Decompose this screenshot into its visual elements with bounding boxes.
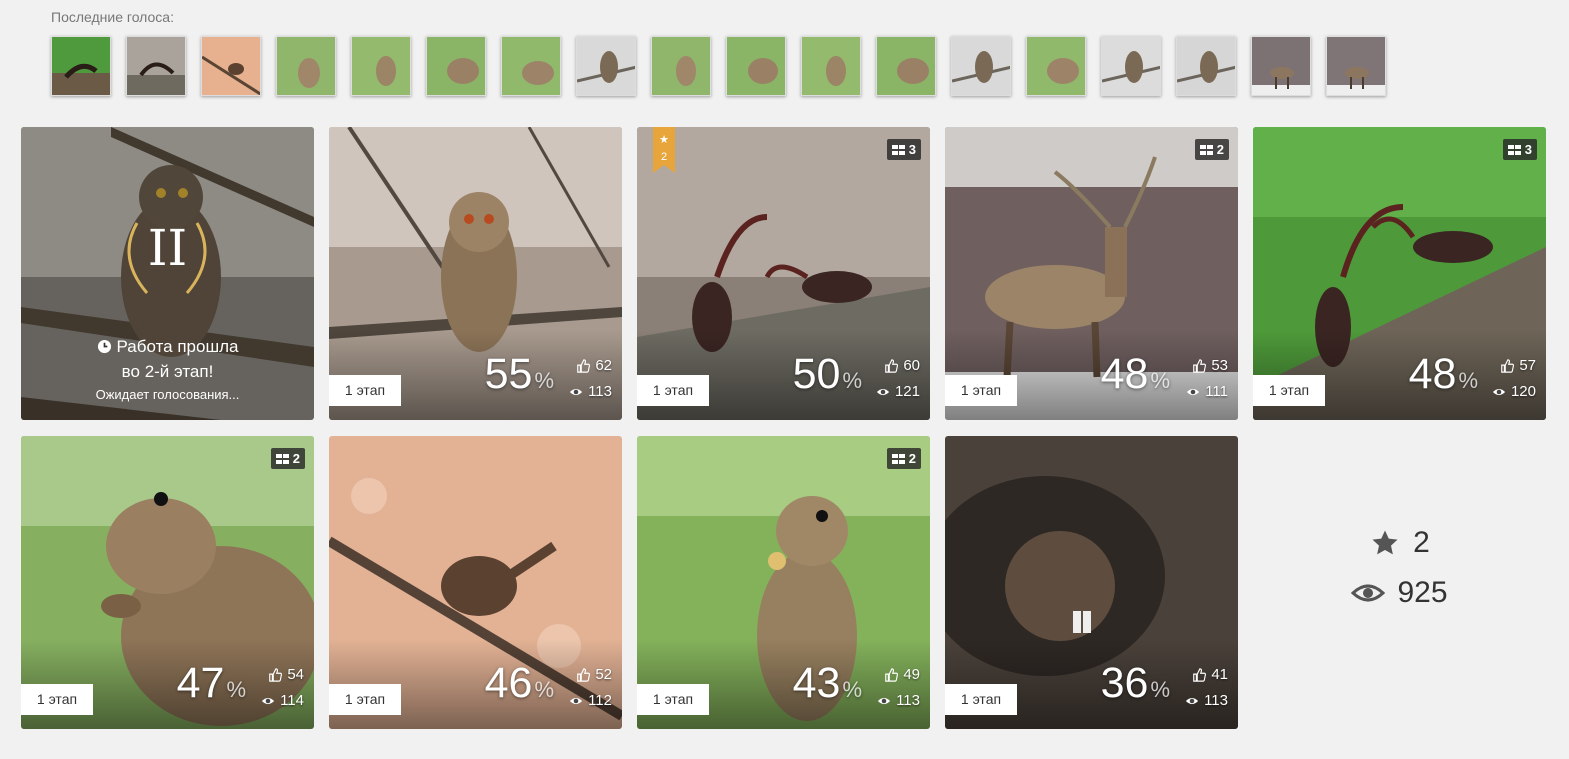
likes-count: 41 [1192, 666, 1228, 683]
star-icon: ★ [659, 134, 669, 146]
stage-badge: 1 этап [21, 684, 93, 715]
likes-count: 53 [1192, 357, 1228, 374]
work-card-owl-pygmy[interactable]: II Работа прошла во 2-й этап! Ожидает го… [21, 127, 314, 420]
work-card-stag-beetles[interactable]: ★ 2 3 1 этап 50% 60 121 [637, 127, 930, 420]
stars-total: 2 [1253, 526, 1546, 560]
thumbs-up-icon [885, 358, 899, 373]
recent-vote-thumb[interactable] [801, 36, 861, 96]
eye-icon [877, 697, 891, 704]
passed-line1: Работа прошла [116, 337, 239, 356]
recent-vote-thumb[interactable] [1176, 36, 1236, 96]
recent-vote-thumb[interactable] [426, 36, 486, 96]
vote-percent: 43% [792, 659, 862, 707]
summary-panel: 2 925 [1253, 436, 1546, 729]
recent-vote-thumb[interactable] [201, 36, 261, 96]
grid-icon [275, 453, 289, 464]
views-total: 925 [1253, 576, 1546, 610]
vote-percent: 48% [1408, 350, 1478, 398]
recent-vote-thumb[interactable] [1101, 36, 1161, 96]
stage-badge: 1 этап [329, 684, 401, 715]
work-card-gopher-1[interactable]: 2 1 этап 47% 54 114 [21, 436, 314, 729]
eye-icon [1187, 388, 1200, 395]
vote-percent: 55% [484, 350, 554, 398]
eye-icon [261, 697, 275, 704]
recent-vote-thumb[interactable] [726, 36, 786, 96]
stage-badge: 1 этап [945, 684, 1017, 715]
eye-icon [1492, 388, 1506, 395]
thumbs-up-icon [269, 667, 283, 682]
stack-count[interactable]: 3 [1502, 139, 1537, 160]
stack-count[interactable]: 2 [1194, 139, 1229, 160]
likes-count: 52 [576, 666, 612, 683]
vote-percent: 46% [484, 659, 554, 707]
work-card-gopher-2[interactable]: 2 1 этап 43% 49 113 [637, 436, 930, 729]
recent-vote-thumb[interactable] [1251, 36, 1311, 96]
thumbs-up-icon [885, 667, 899, 682]
eye-icon [569, 388, 583, 395]
recent-vote-thumb[interactable] [126, 36, 186, 96]
work-card-vole[interactable]: 1 этап 36% 41 113 [945, 436, 1238, 729]
recent-vote-thumb[interactable] [651, 36, 711, 96]
likes-count: 49 [884, 666, 920, 683]
recent-vote-thumb[interactable] [51, 36, 111, 96]
work-card-owl-long-eared[interactable]: 1 этап 55% 62 113 [329, 127, 622, 420]
passed-line2: во 2-й этап! [121, 362, 214, 381]
stack-count[interactable]: 3 [886, 139, 921, 160]
recent-vote-thumb[interactable] [876, 36, 936, 96]
grid-icon [1199, 144, 1213, 155]
likes-count: 60 [884, 357, 920, 374]
recent-vote-thumb[interactable] [1026, 36, 1086, 96]
views-count: 120 [1492, 383, 1536, 400]
stage-badge: 1 этап [1253, 375, 1325, 406]
recent-vote-thumb[interactable] [576, 36, 636, 96]
eye-icon [569, 697, 583, 704]
views-count: 112 [569, 692, 612, 709]
stage-badge: 1 этап [329, 375, 401, 406]
grid-icon [891, 453, 905, 464]
star-icon [1372, 530, 1398, 555]
recent-vote-thumb[interactable] [1326, 36, 1386, 96]
stack-count[interactable]: 2 [886, 448, 921, 469]
thumbs-up-icon [1193, 358, 1207, 373]
rating-ribbon: ★ 2 [653, 127, 675, 173]
vote-percent: 36% [1100, 659, 1170, 707]
recent-vote-thumb[interactable] [951, 36, 1011, 96]
stage-badge: 1 этап [945, 375, 1017, 406]
likes-count: 57 [1500, 357, 1536, 374]
views-count: 113 [569, 383, 612, 400]
stage-roman: II [147, 219, 188, 277]
vote-percent: 48% [1100, 350, 1170, 398]
work-card-deer[interactable]: 2 1 этап 48% 53 111 [945, 127, 1238, 420]
views-count: 113 [877, 692, 920, 709]
eye-icon [1351, 584, 1386, 602]
recent-votes-title: Последние голоса: [51, 9, 174, 25]
views-count: 121 [876, 383, 920, 400]
vote-percent: 50% [792, 350, 862, 398]
eye-icon [1185, 697, 1199, 704]
views-count: 114 [261, 692, 304, 709]
thumbs-up-icon [1193, 667, 1207, 682]
recent-vote-thumb[interactable] [351, 36, 411, 96]
views-count: 113 [1185, 692, 1228, 709]
waiting-text: Ожидает голосования... [95, 387, 240, 402]
likes-count: 62 [576, 357, 612, 374]
thumbs-up-icon [1501, 358, 1515, 373]
thumbs-up-icon [577, 358, 591, 373]
clock-icon [97, 339, 111, 354]
grid-icon [1507, 144, 1521, 155]
grid-icon [891, 144, 905, 155]
stage-badge: 1 этап [637, 375, 709, 406]
likes-count: 54 [268, 666, 304, 683]
stage-badge: 1 этап [637, 684, 709, 715]
thumbs-up-icon [577, 667, 591, 682]
vote-percent: 47% [176, 659, 246, 707]
recent-vote-thumb[interactable] [501, 36, 561, 96]
work-card-wren[interactable]: 1 этап 46% 52 112 [329, 436, 622, 729]
stack-count[interactable]: 2 [270, 448, 305, 469]
recent-vote-thumb[interactable] [276, 36, 336, 96]
views-count: 111 [1186, 383, 1228, 400]
work-card-stag-beetles-green[interactable]: 3 1 этап 48% 57 120 [1253, 127, 1546, 420]
eye-icon [876, 388, 890, 395]
